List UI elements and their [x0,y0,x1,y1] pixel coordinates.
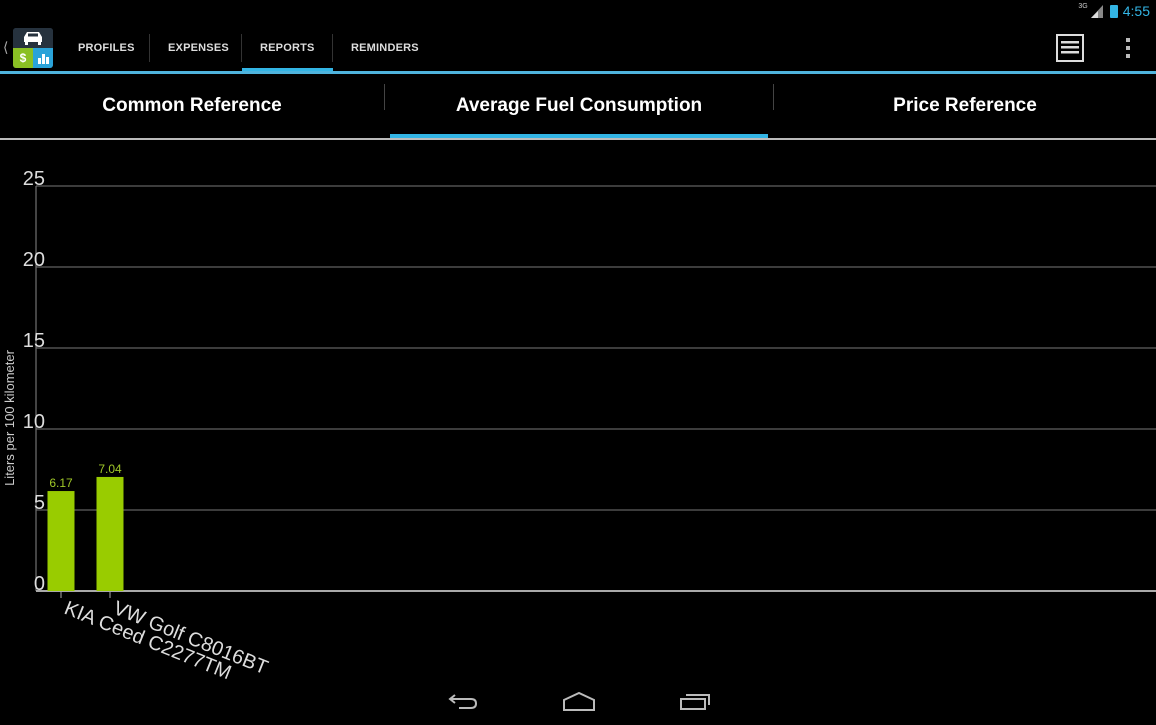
y-tick-label: 15 [23,330,45,352]
y-tick-label: 0 [34,573,45,595]
bar-value-label: 7.04 [98,462,122,476]
system-nav-bar [0,681,1156,725]
bar [47,491,75,591]
y-tick-label: 20 [23,249,45,271]
recent-apps-icon[interactable] [678,690,712,712]
back-icon[interactable] [447,691,479,713]
fuel-consumption-chart: 05101520256.17KIA Ceed C2277TM7.04VW Gol… [2,168,1156,684]
bar [96,476,124,591]
y-tick-label: 10 [23,411,45,433]
y-tick-label: 5 [34,492,45,514]
y-tick-label: 25 [23,168,45,190]
y-axis-label: Liters per 100 kilometer [2,349,17,486]
bar-value-label: 6.17 [49,476,73,490]
home-icon[interactable] [561,689,597,713]
